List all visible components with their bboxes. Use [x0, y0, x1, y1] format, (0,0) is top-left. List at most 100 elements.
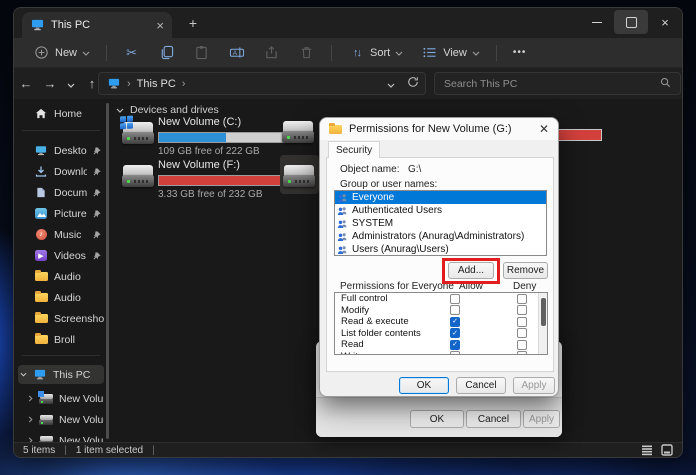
chevron-right-icon[interactable]	[28, 416, 33, 423]
maximize-button[interactable]	[614, 10, 648, 34]
new-tab-button[interactable]: +	[184, 14, 202, 32]
sidebar-item-downloads[interactable]: Downloads	[18, 162, 104, 181]
large-icons-view-icon[interactable]	[661, 444, 673, 456]
dialog-close-icon[interactable]: ✕	[539, 122, 549, 136]
tab-this-pc[interactable]: This PC ×	[22, 12, 172, 38]
deny-checkbox[interactable]	[517, 351, 527, 355]
view-button[interactable]: View	[414, 40, 487, 65]
sidebar-item-pictures[interactable]: Pictures	[18, 204, 104, 223]
tab-strip: This PC × + ×	[14, 8, 682, 38]
paste-icon	[193, 44, 210, 61]
window-close-button[interactable]: ×	[648, 8, 682, 36]
permission-row: List folder contents ✓	[335, 328, 547, 340]
plus-circle-icon	[33, 44, 50, 61]
permissions-scrollbar[interactable]	[538, 293, 547, 354]
minimize-button[interactable]	[580, 8, 614, 36]
permission-row: Full control	[335, 293, 547, 305]
apply-button[interactable]: Apply	[513, 377, 555, 394]
more-options-button[interactable]: •••	[506, 43, 534, 62]
svg-text:A: A	[232, 50, 237, 57]
sidebar-item-videos[interactable]: ▶ Videos	[18, 246, 104, 265]
sidebar-item-new-volume[interactable]: New Volume (	[18, 389, 104, 408]
allow-checkbox[interactable]	[450, 305, 460, 315]
computer-icon	[33, 368, 47, 381]
properties-ok-button[interactable]: OK	[410, 410, 464, 428]
deny-checkbox[interactable]	[517, 317, 527, 327]
breadcrumb-this-pc[interactable]: This PC	[137, 78, 176, 90]
sidebar-item-audio[interactable]: Audio	[18, 288, 104, 307]
sort-button[interactable]: ↑↓ Sort	[341, 40, 410, 65]
properties-cancel-button[interactable]: Cancel	[466, 410, 521, 428]
address-dropdown-chevron[interactable]	[387, 75, 395, 93]
devices-and-drives-header[interactable]: Devices and drives	[116, 104, 219, 116]
sidebar-item-this-pc[interactable]: This PC	[18, 365, 104, 384]
allow-checkbox[interactable]: ✓	[450, 317, 460, 327]
windows-logo-icon	[120, 116, 133, 130]
new-button[interactable]: New	[26, 40, 97, 65]
remove-button[interactable]: Remove	[503, 262, 548, 279]
details-view-icon[interactable]	[641, 444, 653, 456]
desktop-icon	[34, 144, 48, 157]
rename-button[interactable]: A	[221, 40, 252, 65]
deny-checkbox[interactable]	[517, 340, 527, 350]
pin-icon	[93, 210, 101, 218]
forward-button[interactable]: →	[38, 76, 62, 91]
allow-checkbox[interactable]	[450, 294, 460, 304]
group-row-authenticated-users[interactable]: Authenticated Users	[335, 204, 546, 217]
breadcrumb[interactable]: › This PC ›	[98, 72, 426, 95]
sort-icon: ↑↓	[348, 44, 365, 61]
deny-checkbox[interactable]	[517, 294, 527, 304]
drive-name: New Volume (F:)	[158, 159, 292, 171]
allow-checkbox[interactable]: ✓	[450, 328, 460, 338]
sidebar-item-desktop[interactable]: Desktop	[18, 141, 104, 160]
videos-icon: ▶	[34, 249, 48, 262]
allow-checkbox[interactable]: ✓	[450, 340, 460, 350]
sidebar-item-broll[interactable]: Broll	[18, 330, 104, 349]
sidebar-item-audio[interactable]: Audio	[18, 267, 104, 286]
tab-close-icon[interactable]: ×	[156, 19, 164, 32]
cancel-button[interactable]: Cancel	[456, 377, 506, 394]
capacity-bar	[158, 175, 292, 186]
hard-drive-icon	[122, 119, 154, 145]
status-bar: 5 items | 1 item selected |	[14, 442, 682, 457]
music-icon: ♪	[34, 228, 48, 241]
tab-security[interactable]: Security	[328, 141, 380, 158]
recent-locations-chevron[interactable]	[62, 76, 80, 91]
group-row-system[interactable]: SYSTEM	[335, 217, 546, 230]
sidebar-scrollbar[interactable]	[106, 103, 109, 439]
copy-button[interactable]	[151, 40, 182, 65]
properties-apply-button[interactable]: Apply	[523, 410, 560, 428]
hidden-drive-icon[interactable]	[282, 118, 314, 144]
chevron-right-icon[interactable]	[28, 395, 33, 402]
object-name-label: Object name:	[340, 164, 399, 175]
group-user-list[interactable]: Everyone Authenticated Users SYSTEM Admi…	[334, 190, 547, 256]
refresh-icon[interactable]	[407, 75, 419, 93]
chevron-down-icon	[116, 104, 124, 116]
deny-checkbox[interactable]	[517, 328, 527, 338]
paste-button[interactable]	[186, 40, 217, 65]
chevron-down-icon[interactable]	[20, 372, 27, 377]
sidebar-item-music[interactable]: ♪ Music	[18, 225, 104, 244]
sidebar-item-home[interactable]: Home	[18, 104, 104, 123]
sidebar-item-documents[interactable]: Documents	[18, 183, 104, 202]
group-row-everyone[interactable]: Everyone	[335, 191, 546, 204]
cut-button[interactable]: ✂	[116, 40, 147, 65]
group-row-users[interactable]: Users (Anurag\Users)	[335, 243, 546, 256]
permissions-list[interactable]: Full control Modify Read & execute ✓ Lis…	[334, 292, 548, 355]
share-button[interactable]	[256, 40, 287, 65]
deny-checkbox[interactable]	[517, 305, 527, 315]
sidebar-item-screenshots[interactable]: Screenshots	[18, 309, 104, 328]
group-row-administrators[interactable]: Administrators (Anurag\Administrators)	[335, 230, 546, 243]
drive-icon	[39, 413, 53, 426]
command-bar: New ✂ A	[14, 38, 682, 68]
selected-drive-highlight[interactable]	[280, 155, 319, 194]
copy-icon	[158, 44, 175, 61]
back-button[interactable]: ←	[14, 76, 38, 91]
users-icon	[337, 206, 348, 216]
search-input[interactable]: Search This PC	[434, 72, 681, 95]
allow-checkbox[interactable]	[450, 351, 460, 355]
group-names-label: Group or user names:	[340, 179, 437, 190]
ok-button[interactable]: OK	[399, 377, 449, 394]
delete-button[interactable]	[291, 40, 322, 65]
sidebar-item-new-volume[interactable]: New Volume (	[18, 410, 104, 429]
